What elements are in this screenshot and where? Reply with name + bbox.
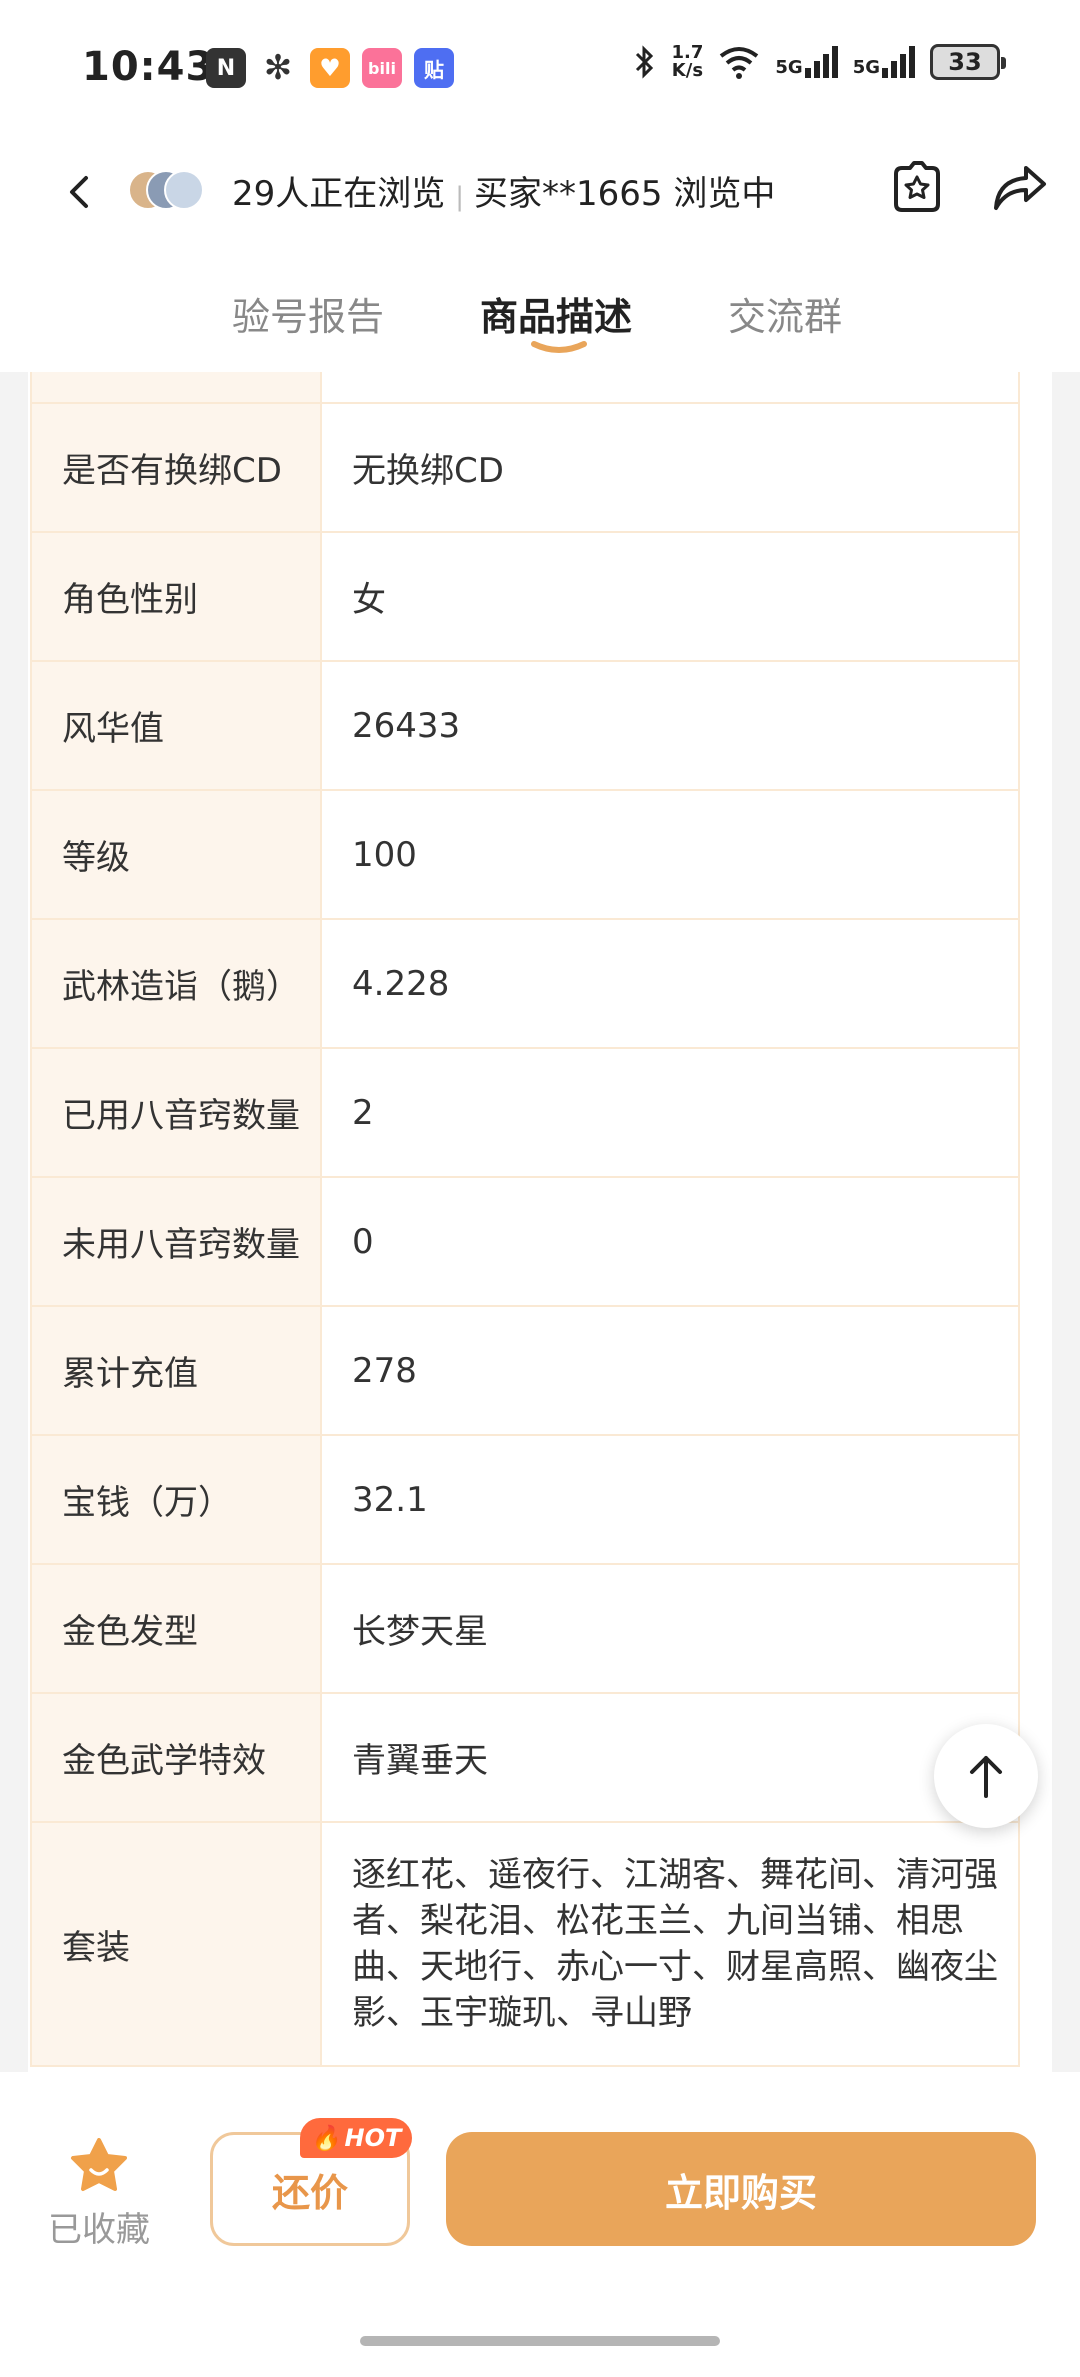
spec-key: 宝钱（万） bbox=[30, 1434, 322, 1565]
spec-key: 是否有换绑CD bbox=[30, 402, 322, 533]
battery-icon: 33 bbox=[930, 44, 1006, 80]
buy-now-button[interactable]: 立即购买 bbox=[446, 2132, 1036, 2246]
fire-icon: 🔥 bbox=[310, 2124, 341, 2152]
system-icons: 1.7 K/s 5G 5G 33 bbox=[633, 42, 1006, 81]
description-content: 是否有换绑CD 无换绑CD 角色性别 女 风华值 26433 等级 100 武林… bbox=[0, 372, 1080, 2072]
pinwheel-icon: ✻ bbox=[258, 48, 298, 88]
scroll-to-top-button[interactable] bbox=[934, 1724, 1038, 1828]
buyer-browsing: 买家**1665 浏览中 bbox=[474, 174, 776, 214]
tab-bar: 验号报告 商品描述 交流群 bbox=[0, 260, 1080, 372]
spec-key: 风华值 bbox=[30, 660, 322, 791]
spec-key: 累计充值 bbox=[30, 1305, 322, 1436]
wifi-icon bbox=[720, 47, 759, 79]
heart-app-icon: ♥ bbox=[310, 48, 350, 88]
star-face-icon bbox=[71, 2138, 127, 2191]
viewers-info: 29人正在浏览 | 买家**1665 浏览中 bbox=[232, 174, 776, 214]
page-header: 29人正在浏览 | 买家**1665 浏览中 bbox=[0, 130, 1080, 260]
bilibili-icon: bili bbox=[362, 48, 402, 88]
avatar bbox=[164, 170, 204, 210]
table-row: 武林造诣（鹅） 4.228 bbox=[30, 918, 1020, 1049]
spec-table: 是否有换绑CD 无换绑CD 角色性别 女 风华值 26433 等级 100 武林… bbox=[30, 372, 1020, 2067]
hot-badge: 🔥 HOT bbox=[300, 2118, 412, 2158]
buy-now-label: 立即购买 bbox=[664, 2170, 817, 2215]
viewer-count: 29人正在浏览 bbox=[232, 174, 446, 214]
spec-value: 无换绑CD bbox=[320, 402, 1020, 533]
table-row: 等级 100 bbox=[30, 789, 1020, 920]
net-speed: 1.7 K/s bbox=[671, 42, 704, 81]
spec-value bbox=[320, 372, 1020, 404]
spec-value: 0 bbox=[320, 1176, 1020, 1307]
viewer-avatars bbox=[128, 170, 208, 214]
status-time: 10:43 bbox=[82, 44, 215, 90]
spec-key: 等级 bbox=[30, 789, 322, 920]
spec-key: 未用八音窍数量 bbox=[30, 1176, 322, 1307]
favorite-star-icon[interactable] bbox=[888, 158, 946, 216]
bargain-label: 还价 bbox=[271, 2170, 348, 2215]
spec-key: 角色性别 bbox=[30, 531, 322, 662]
spec-value: 逐红花、遥夜行、江湖客、舞花间、清河强者、梨花泪、松花玉兰、九间当铺、相思曲、天… bbox=[320, 1821, 1020, 2067]
bottom-action-bar: 已收藏 还价 🔥 HOT 立即购买 bbox=[0, 2072, 1080, 2377]
spec-value: 100 bbox=[320, 789, 1020, 920]
table-row: 未用八音窍数量 0 bbox=[30, 1176, 1020, 1307]
spec-key bbox=[30, 372, 322, 404]
spec-value: 32.1 bbox=[320, 1434, 1020, 1565]
bluetooth-icon bbox=[636, 45, 654, 79]
spec-key: 套装 bbox=[30, 1821, 322, 2067]
tieba-icon: 贴 bbox=[414, 48, 454, 88]
nfc-icon: N bbox=[206, 48, 246, 88]
spec-value: 长梦天星 bbox=[320, 1563, 1020, 1694]
signal-icon-1: 5G bbox=[775, 46, 838, 78]
share-icon[interactable] bbox=[990, 160, 1050, 216]
table-row bbox=[30, 372, 1020, 404]
signal-icon-2: 5G bbox=[853, 46, 916, 78]
spec-key: 已用八音窍数量 bbox=[30, 1047, 322, 1178]
home-indicator bbox=[360, 2336, 720, 2346]
table-row: 累计充值 278 bbox=[30, 1305, 1020, 1436]
arrow-up-icon bbox=[970, 1756, 1002, 1798]
table-row: 是否有换绑CD 无换绑CD bbox=[30, 402, 1020, 533]
tab-chat-group[interactable]: 交流群 bbox=[728, 286, 842, 341]
spec-value: 2 bbox=[320, 1047, 1020, 1178]
spec-key: 金色武学特效 bbox=[30, 1692, 322, 1823]
table-row: 角色性别 女 bbox=[30, 531, 1020, 662]
table-row: 风华值 26433 bbox=[30, 660, 1020, 791]
tab-product-description[interactable]: 商品描述 bbox=[480, 286, 632, 341]
table-row: 宝钱（万） 32.1 bbox=[30, 1434, 1020, 1565]
spec-value: 女 bbox=[320, 531, 1020, 662]
active-tab-indicator bbox=[531, 341, 587, 353]
spec-value: 278 bbox=[320, 1305, 1020, 1436]
spec-value: 26433 bbox=[320, 660, 1020, 791]
spec-value: 青翼垂天 bbox=[320, 1692, 1020, 1823]
table-row: 已用八音窍数量 2 bbox=[30, 1047, 1020, 1178]
notification-icons: N ✻ ♥ bili 贴 bbox=[206, 48, 454, 88]
status-bar: 10:43 N ✻ ♥ bili 贴 1.7 K/s 5G 5G 33 bbox=[0, 0, 1080, 130]
table-row: 金色发型 长梦天星 bbox=[30, 1563, 1020, 1694]
back-arrow-icon[interactable] bbox=[58, 170, 102, 214]
tab-inspection-report[interactable]: 验号报告 bbox=[232, 286, 384, 341]
collect-button[interactable]: 已收藏 bbox=[44, 2138, 154, 2251]
table-row: 金色武学特效 青翼垂天 bbox=[30, 1692, 1020, 1823]
table-row: 套装 逐红花、遥夜行、江湖客、舞花间、清河强者、梨花泪、松花玉兰、九间当铺、相思… bbox=[30, 1821, 1020, 2067]
collect-label: 已收藏 bbox=[48, 2210, 150, 2250]
spec-key: 金色发型 bbox=[30, 1563, 322, 1694]
spec-key: 武林造诣（鹅） bbox=[30, 918, 322, 1049]
spec-value: 4.228 bbox=[320, 918, 1020, 1049]
